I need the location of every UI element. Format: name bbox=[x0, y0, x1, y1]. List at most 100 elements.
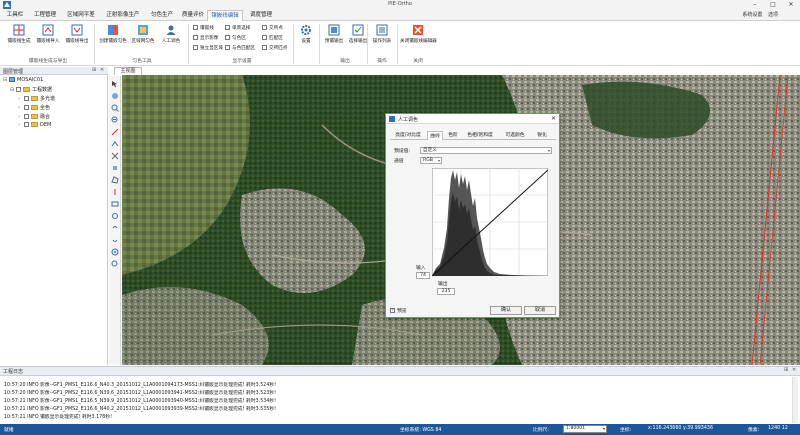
operation-list-button[interactable]: 操作列表 bbox=[369, 24, 395, 44]
log-panel-title: 工程日志 bbox=[3, 369, 24, 375]
check-mosaic-line[interactable]: 镶嵌线 bbox=[193, 25, 214, 31]
preset-select[interactable]: 自定义 ▾ bbox=[420, 147, 552, 154]
pin-icon[interactable]: ⊞ bbox=[92, 67, 96, 73]
zoom-out-icon[interactable] bbox=[111, 116, 119, 124]
edit-line-icon[interactable] bbox=[111, 128, 119, 136]
main-view-tab[interactable]: 主视图 bbox=[114, 67, 142, 75]
undo-icon[interactable] bbox=[111, 224, 119, 232]
input-value-field[interactable]: 74 bbox=[416, 272, 430, 279]
tree-item-root[interactable]: ⊟ MOSAIC01 bbox=[3, 77, 43, 85]
group-label-display: 显示设置 bbox=[232, 59, 252, 64]
tree-item-panchromatic[interactable]: › 全色 bbox=[18, 104, 50, 112]
split-tool-icon[interactable] bbox=[111, 188, 119, 196]
mosaic-generate-button[interactable]: 镶嵌线生成 bbox=[4, 24, 34, 44]
tab-hue-saturation[interactable]: 色相/饱和度 bbox=[463, 131, 497, 140]
maximize-button[interactable]: □ bbox=[764, 0, 782, 10]
layer-checkbox[interactable] bbox=[24, 105, 29, 110]
folder-icon bbox=[31, 96, 38, 101]
check-color-area[interactable]: 匀色区 bbox=[225, 35, 246, 41]
menu-tab-color[interactable]: 匀色生产 bbox=[147, 10, 177, 21]
output-label: 输出 bbox=[438, 282, 448, 287]
gear-icon bbox=[301, 25, 311, 35]
layer-checkbox[interactable] bbox=[24, 114, 29, 119]
coords-value: x:116.243660 y:39.993436 bbox=[648, 426, 714, 431]
menu-tab-schedule[interactable]: 调度管理 bbox=[246, 10, 276, 21]
settings-button[interactable]: 设置 bbox=[295, 24, 317, 44]
tree-item-dem[interactable]: › DEM bbox=[18, 122, 51, 130]
person-icon bbox=[166, 25, 176, 35]
scale-input[interactable]: 1:80001 ▾ bbox=[563, 425, 607, 433]
group-label-output: 输出 bbox=[340, 59, 350, 64]
menu-tab-quality[interactable]: 质量评价 bbox=[179, 10, 207, 21]
check-tie-points[interactable]: 交所点 bbox=[262, 25, 283, 31]
confirm-button[interactable]: 确认 bbox=[490, 306, 522, 315]
refresh-icon[interactable] bbox=[111, 212, 119, 220]
options-button[interactable]: 选项 bbox=[768, 12, 778, 18]
layer-checkbox[interactable] bbox=[24, 122, 29, 127]
zoom-to-layer-icon[interactable] bbox=[111, 260, 119, 268]
layer-checkbox[interactable] bbox=[16, 87, 21, 92]
cancel-button[interactable]: 取消 bbox=[524, 306, 556, 315]
close-window-button[interactable]: ✕ bbox=[782, 0, 800, 10]
menu-tab-ortho[interactable]: 正射影像生产 bbox=[102, 10, 144, 21]
create-mosaic-color-button[interactable]: 创建镶嵌匀色 bbox=[98, 24, 128, 44]
preview-output-button[interactable]: 预镶输出 bbox=[321, 24, 347, 44]
redo-icon[interactable] bbox=[111, 236, 119, 244]
status-ready: 就绪 bbox=[4, 428, 14, 433]
menu-tab-project[interactable]: 工程管理 bbox=[30, 10, 60, 21]
tab-curves[interactable]: 曲线 bbox=[427, 131, 443, 140]
tree-item-project-data[interactable]: ⊟ 工程数据 bbox=[10, 86, 52, 94]
check-tie-match-points[interactable]: 交所匹点 bbox=[262, 45, 287, 51]
layer-panel-title: 图层管理 bbox=[3, 69, 24, 75]
folder-icon bbox=[31, 114, 38, 119]
menu-bar: 工具栏 工程管理 区域网平差 正射影像生产 匀色生产 质量评价 镶嵌线编辑 调度… bbox=[0, 10, 800, 21]
tab-levels[interactable]: 色阶 bbox=[445, 131, 461, 140]
full-extent-icon[interactable] bbox=[111, 248, 119, 256]
check-show-image[interactable]: 显示影像 bbox=[193, 35, 218, 41]
unit-value: 1240 12 bbox=[768, 426, 788, 431]
dialog-close-icon[interactable]: ✕ bbox=[551, 115, 556, 122]
select-tool-icon[interactable] bbox=[111, 80, 119, 88]
log-pin-icon[interactable]: ⊞ bbox=[784, 367, 788, 373]
mosaic-export-button[interactable]: 镶嵌线导出 bbox=[62, 24, 92, 44]
check-color-match-area[interactable]: 与色匹配区 bbox=[225, 45, 255, 51]
unit-label: 像素: bbox=[748, 428, 760, 433]
channel-select[interactable]: RGB ▾ bbox=[420, 157, 442, 164]
ribbon: 镶嵌线生成 镶嵌线导入 镶嵌线导出 镶嵌线生成与导出 创建镶嵌匀色 区域网匀色 … bbox=[0, 21, 800, 66]
manual-color-dialog: 人工调色 ✕ 亮度/对比度 曲线 色阶 色相/饱和度 可选颜色 锐化 预设值: … bbox=[385, 113, 560, 318]
check-match-area[interactable]: 匹配区 bbox=[262, 35, 283, 41]
move-node-icon[interactable] bbox=[111, 164, 119, 172]
polygon-tool-icon[interactable] bbox=[111, 176, 119, 184]
mosaic-import-button[interactable]: 镶嵌线导入 bbox=[33, 24, 63, 44]
merge-tool-icon[interactable] bbox=[111, 200, 119, 208]
chevron-down-icon: ▾ bbox=[602, 426, 605, 431]
log-close-icon[interactable]: ✕ bbox=[792, 367, 796, 373]
tab-sharpen[interactable]: 锐化 bbox=[533, 131, 551, 140]
output-value-field[interactable]: 235 bbox=[437, 288, 455, 295]
close-mosaic-editor-button[interactable]: 关闭镶嵌线编辑器 bbox=[400, 24, 437, 44]
region-color-button[interactable]: 区域网匀色 bbox=[128, 24, 158, 44]
check-single-select[interactable]: 单景选择 bbox=[225, 25, 250, 31]
curve-graph[interactable] bbox=[432, 168, 548, 276]
preview-check-box[interactable]: ✓ bbox=[390, 307, 395, 313]
preview-checkbox[interactable]: ✓ 预览 bbox=[390, 307, 407, 314]
manual-color-button[interactable]: 人工调色 bbox=[156, 24, 186, 44]
check-independent-area[interactable]: 独立显区域 bbox=[193, 45, 223, 51]
menu-tab-toolbar[interactable]: 工具栏 bbox=[2, 10, 28, 21]
minimize-button[interactable]: – bbox=[746, 0, 764, 10]
zoom-in-icon[interactable] bbox=[111, 104, 119, 112]
pan-tool-icon[interactable] bbox=[111, 92, 119, 100]
menu-tab-mosaic[interactable]: 镶嵌线编辑 bbox=[207, 10, 243, 21]
system-settings-button[interactable]: 系统设置 bbox=[742, 12, 762, 18]
layer-checkbox[interactable] bbox=[24, 96, 29, 101]
import-icon bbox=[42, 24, 54, 36]
log-scrollbar[interactable] bbox=[792, 377, 798, 423]
tab-brightness-contrast[interactable]: 亮度/对比度 bbox=[390, 131, 426, 140]
tree-item-multispectral[interactable]: › 多光谱 bbox=[18, 95, 55, 103]
menu-tab-adjustment[interactable]: 区域网平差 bbox=[63, 10, 99, 21]
tree-item-fusion[interactable]: › 融合 bbox=[18, 113, 50, 121]
panel-close-icon[interactable]: ✕ bbox=[100, 67, 104, 73]
delete-node-icon[interactable] bbox=[111, 152, 119, 160]
tab-selective-color[interactable]: 可选颜色 bbox=[499, 131, 531, 140]
add-node-icon[interactable] bbox=[111, 140, 119, 148]
